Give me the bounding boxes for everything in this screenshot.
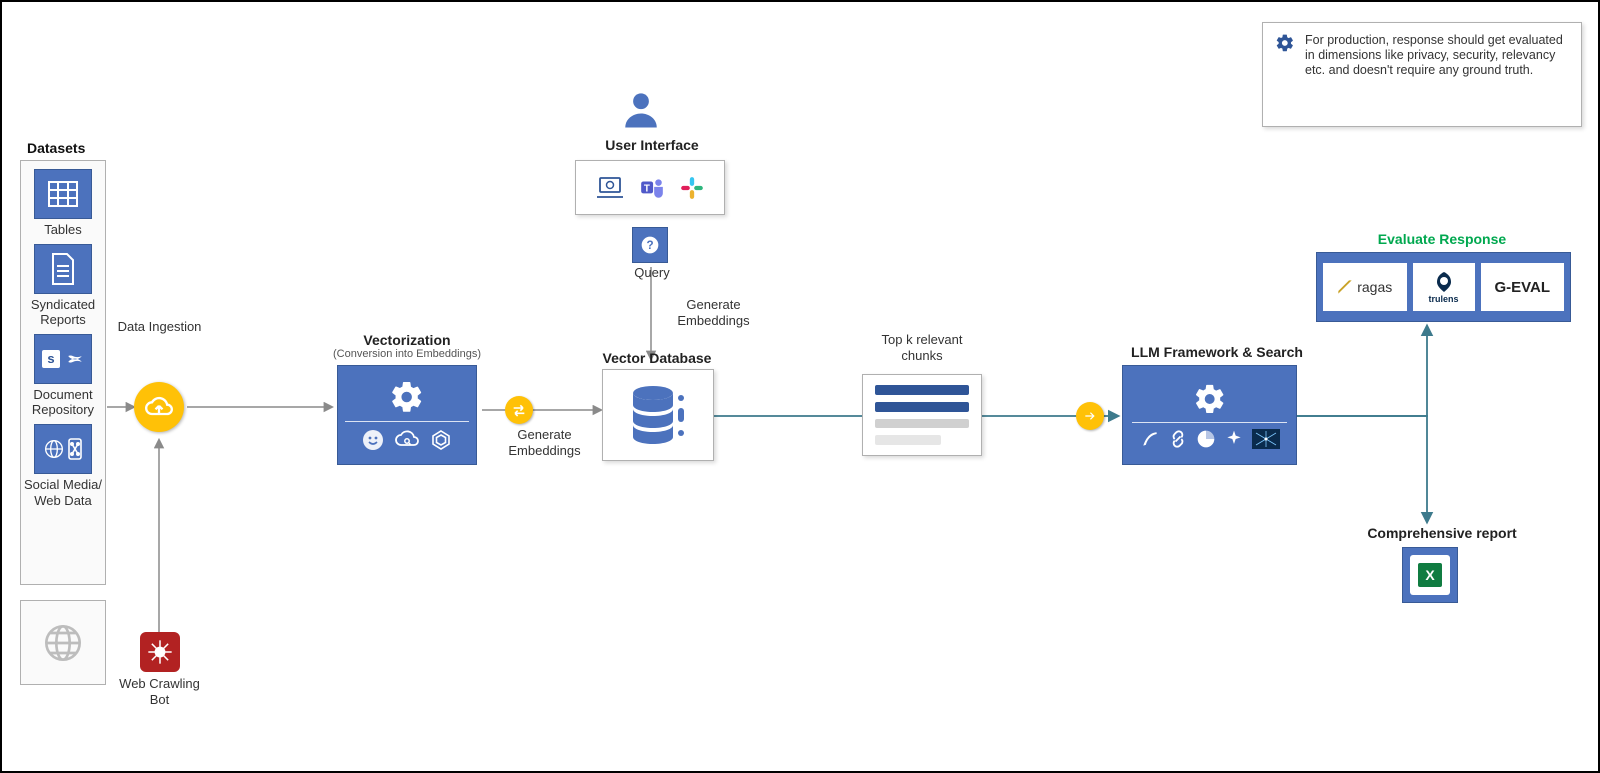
- llm-node: [1122, 365, 1297, 465]
- feather-icon: [1140, 429, 1160, 449]
- gear-icon: [1193, 382, 1227, 416]
- vector-db-node: [602, 369, 714, 461]
- exchange-node: [505, 396, 533, 424]
- topk-node: [862, 374, 982, 456]
- sparkle-icon: [1224, 429, 1244, 449]
- architecture-diagram: For production, response should get eval…: [0, 0, 1600, 773]
- excel-icon: X: [1410, 555, 1450, 595]
- eval-tool-label: trulens: [1428, 294, 1458, 304]
- document-icon: [34, 244, 92, 294]
- teams-icon: T: [639, 175, 665, 201]
- eval-tool-label: G-EVAL: [1494, 279, 1550, 296]
- user-interface-panel: T: [575, 160, 725, 215]
- datasets-header: Datasets: [27, 140, 85, 156]
- globe-disabled-panel: [20, 600, 106, 685]
- vectorization-title: Vectorization: [292, 332, 522, 348]
- note-text: For production, response should get eval…: [1305, 33, 1569, 78]
- evaluate-node: ragas trulens G-EVAL: [1316, 252, 1571, 322]
- exchange-icon: [511, 402, 527, 418]
- ingestion-label: Data Ingestion: [117, 319, 202, 335]
- generate-embeddings-top-label: Generate Embeddings: [661, 297, 766, 328]
- dataset-label: Syndicated Reports: [21, 297, 105, 328]
- dataset-item: Tables: [34, 169, 92, 238]
- dataset-label: Social Media/ Web Data: [21, 477, 105, 508]
- vectorization-node: [337, 365, 477, 465]
- generate-embeddings-left-label: Generate Embeddings: [492, 427, 597, 458]
- evaluate-title: Evaluate Response: [1342, 231, 1542, 247]
- web-crawler-label: Web Crawling Bot: [117, 676, 202, 707]
- dataset-item: s Document Repository: [21, 334, 105, 418]
- llm-title: LLM Framework & Search: [1117, 344, 1317, 360]
- network-icon: [1252, 429, 1280, 449]
- ingestion-node: [134, 382, 184, 432]
- huggingface-icon: [361, 428, 385, 452]
- eval-tool-box: G-EVAL: [1481, 263, 1565, 311]
- svg-text:T: T: [644, 183, 650, 194]
- spider-icon: [140, 632, 180, 672]
- web-mobile-icon: [34, 424, 92, 474]
- llm-provider-icons: [1140, 429, 1280, 449]
- eval-tool-label: ragas: [1357, 279, 1392, 295]
- report-title: Comprehensive report: [1352, 525, 1532, 541]
- arrow-right-icon: [1083, 409, 1097, 423]
- chunk-bar: [875, 385, 969, 395]
- gear-icon: [389, 379, 425, 415]
- topk-label: Top k relevant chunks: [862, 332, 982, 363]
- chunk-bar: [875, 402, 969, 412]
- vector-db-title: Vector Database: [592, 350, 722, 366]
- ruler-icon: [1337, 279, 1353, 295]
- slack-icon: [679, 175, 705, 201]
- user-interface-label: User Interface: [592, 137, 712, 153]
- laptop-gear-icon: [595, 175, 625, 201]
- report-node: X: [1402, 547, 1458, 603]
- sharepoint-confluence-icon: s: [34, 334, 92, 384]
- eval-tool-box: ragas: [1323, 263, 1407, 311]
- user-icon: [620, 89, 662, 136]
- vectorization-title-block: Vectorization (Conversion into Embedding…: [292, 332, 522, 360]
- embedding-provider-icons: [361, 428, 453, 452]
- svg-text:?: ?: [646, 239, 653, 252]
- cloud-search-icon: [395, 428, 419, 452]
- cloud-upload-icon: [145, 393, 173, 421]
- eval-tool-box: trulens: [1413, 263, 1475, 311]
- query-icon: ?: [632, 227, 668, 263]
- chunk-bar: [875, 419, 969, 429]
- query-label: Query: [617, 265, 687, 281]
- web-crawler-node: Web Crawling Bot: [117, 632, 202, 707]
- gear-icon: [1275, 33, 1295, 58]
- dataset-label: Tables: [44, 222, 82, 238]
- openai-icon: [429, 428, 453, 452]
- globe-disabled-icon: [43, 623, 83, 663]
- dataset-item: Social Media/ Web Data: [21, 424, 105, 508]
- chunk-bar: [875, 435, 941, 445]
- trulens-icon: [1432, 270, 1456, 294]
- dataset-item: Syndicated Reports: [21, 244, 105, 328]
- dataset-label: Document Repository: [21, 387, 105, 418]
- link-icon: [1168, 429, 1188, 449]
- database-icon: [623, 383, 693, 448]
- pie-icon: [1196, 429, 1216, 449]
- vectorization-subtitle: (Conversion into Embeddings): [292, 348, 522, 360]
- tables-icon: [34, 169, 92, 219]
- datasets-panel: Tables Syndicated Reports s Document Rep…: [20, 160, 106, 585]
- flow-node: [1076, 402, 1104, 430]
- note-box: For production, response should get eval…: [1262, 22, 1582, 127]
